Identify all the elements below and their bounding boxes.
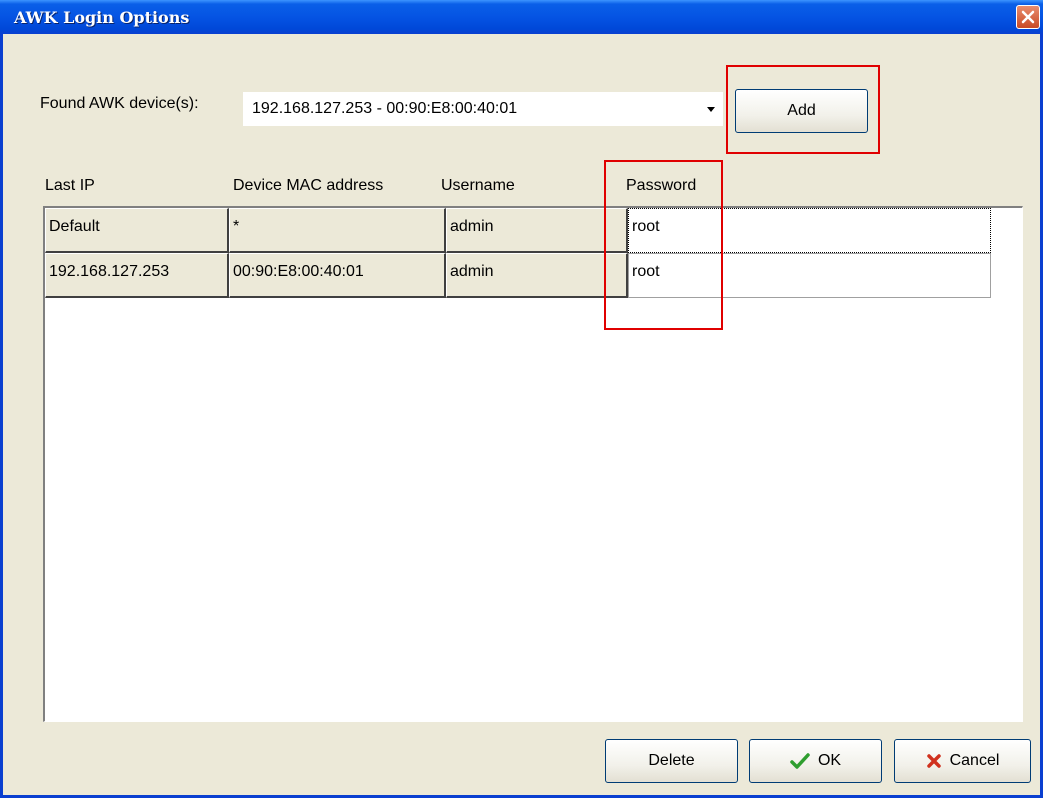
ok-button-label: OK — [817, 752, 842, 769]
x-icon — [926, 754, 941, 768]
window-title: AWK Login Options — [14, 8, 190, 27]
found-devices-label: Found AWK device(s): — [40, 95, 199, 112]
delete-button[interactable]: Delete — [605, 739, 738, 783]
login-table: Default * admin root 192.168.127.253 00:… — [43, 206, 1023, 722]
table-cell-mac[interactable]: 00:90:E8:00:40:01 — [229, 253, 446, 298]
column-header-last-ip: Last IP — [45, 177, 95, 194]
column-header-password: Password — [626, 177, 697, 194]
table-cell-last-ip[interactable]: 192.168.127.253 — [45, 253, 229, 298]
column-header-mac: Device MAC address — [233, 177, 384, 194]
close-button[interactable] — [1016, 5, 1040, 29]
close-icon — [1021, 10, 1035, 24]
table-cell-last-ip[interactable]: Default — [45, 208, 229, 253]
ok-button[interactable]: OK — [749, 739, 882, 783]
device-select[interactable]: 192.168.127.253 - 00:90:E8:00:40:01 — [243, 92, 723, 126]
add-button-label: Add — [787, 102, 816, 119]
login-options-dialog: AWK Login Options Found AWK device(s): 1… — [0, 0, 1043, 798]
checkmark-icon — [790, 753, 810, 769]
cancel-button[interactable]: Cancel — [894, 739, 1031, 783]
table-cell-username[interactable]: admin — [446, 253, 628, 298]
table-cell-mac[interactable]: * — [229, 208, 446, 253]
table-cell-password[interactable]: root — [628, 253, 991, 298]
dropdown-button[interactable] — [701, 94, 721, 124]
device-select-value: 192.168.127.253 - 00:90:E8:00:40:01 — [252, 100, 518, 117]
title-bar: AWK Login Options — [0, 0, 1043, 34]
table-cell-username[interactable]: admin — [446, 208, 628, 253]
add-button[interactable]: Add — [735, 89, 868, 133]
table-cell-password[interactable]: root — [628, 208, 991, 253]
chevron-down-icon — [707, 106, 715, 112]
cancel-button-label: Cancel — [949, 752, 1000, 769]
delete-button-label: Delete — [648, 752, 695, 769]
column-header-username: Username — [441, 177, 515, 194]
